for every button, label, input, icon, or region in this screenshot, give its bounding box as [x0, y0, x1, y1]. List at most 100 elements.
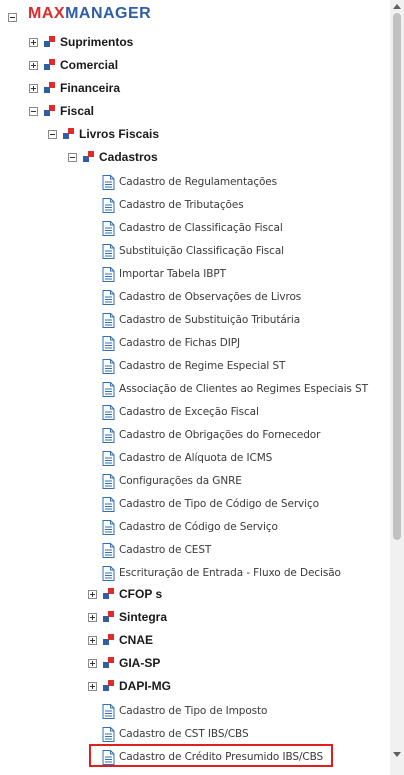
vertical-scrollbar[interactable] [390, 0, 404, 775]
tree-leaf-item[interactable]: Cadastro de Alíquota de ICMS [102, 448, 272, 468]
collapse-toggle[interactable] [48, 129, 57, 139]
highlight-box [89, 744, 333, 767]
tree-node-suprimentos[interactable]: Suprimentos [29, 32, 133, 52]
tree-node-fiscal[interactable]: Fiscal [29, 101, 94, 121]
tree-node-label: Sintegra [119, 610, 168, 624]
scroll-up-arrow-icon[interactable] [393, 4, 401, 9]
tree-leaf-label: Cadastro de Fichas DIPJ [119, 337, 240, 349]
tree-node-label: Financeira [60, 81, 121, 95]
document-icon [102, 381, 115, 397]
tree-node-label: CNAE [119, 633, 154, 647]
tree-leaf-item[interactable]: Cadastro de Classificação Fiscal [102, 218, 283, 238]
tree-leaf-item[interactable]: Cadastro de Código de Serviço [102, 517, 278, 537]
tree-leaf-item[interactable]: Cadastro de Observações de Livros [102, 287, 301, 307]
tree-leaf-item[interactable]: Cadastro de Tipo de Imposto [102, 701, 267, 721]
document-icon [102, 358, 115, 374]
tree-node-label: Comercial [60, 58, 119, 72]
tree-node-comercial[interactable]: Comercial [29, 55, 118, 75]
folder-icon [83, 151, 97, 163]
collapse-toggle[interactable] [68, 152, 77, 162]
folder-icon [44, 36, 58, 48]
document-icon [102, 496, 115, 512]
tree-leaf-label: Cadastro de CST IBS/CBS [119, 728, 249, 740]
tree-leaf-label: Cadastro de Alíquota de ICMS [119, 452, 273, 464]
tree-leaf-label: Cadastro de Código de Serviço [119, 521, 278, 533]
tree-leaf-label: Cadastro de Tributações [119, 199, 244, 211]
tree-leaf-item[interactable]: Cadastro de Exceção Fiscal [102, 402, 259, 422]
expand-toggle[interactable] [29, 83, 38, 93]
tree-node-gia-sp[interactable]: GIA-SP [88, 653, 160, 673]
tree-node-label: Livros Fiscais [79, 127, 160, 141]
logo-manager: MANAGER [65, 5, 152, 22]
tree-leaf-item[interactable]: Cadastro de Substituição Tributária [102, 310, 300, 330]
tree-leaf-item[interactable]: Cadastro de Fichas DIPJ [102, 333, 240, 353]
folder-icon [44, 82, 58, 94]
tree-leaf-item[interactable]: Cadastro de Regulamentações [102, 172, 277, 192]
tree-node-label: GIA-SP [119, 656, 161, 670]
folder-icon [103, 611, 117, 623]
tree-leaf-item[interactable]: Cadastro de CEST [102, 540, 211, 560]
tree-node-dapi-mg[interactable]: DAPI-MG [88, 676, 171, 696]
tree-leaf-label: Importar Tabela IBPT [119, 268, 226, 280]
tree-leaf-label: Cadastro de Obrigações do Fornecedor [119, 429, 321, 441]
expand-toggle[interactable] [88, 635, 97, 645]
root-collapse-toggle[interactable] [8, 12, 17, 22]
document-icon [102, 197, 115, 213]
tree-node-label: DAPI-MG [119, 679, 171, 693]
tree-node-sintegra[interactable]: Sintegra [88, 607, 167, 627]
document-icon [102, 427, 115, 443]
tree-leaf-item[interactable]: Configurações da GNRE [102, 471, 242, 491]
expand-toggle[interactable] [29, 37, 38, 47]
tree-leaf-item[interactable]: Cadastro de Obrigações do Fornecedor [102, 425, 320, 445]
tree-node-cfops[interactable]: CFOP s [88, 584, 162, 604]
expand-toggle[interactable] [88, 681, 97, 691]
tree-leaf-item[interactable]: Substituição Classificação Fiscal [102, 241, 284, 261]
tree-node-cnae[interactable]: CNAE [88, 630, 153, 650]
expand-toggle[interactable] [88, 658, 97, 668]
tree-leaf-label: Cadastro de CEST [119, 544, 212, 556]
tree-node-livros-fiscais[interactable]: Livros Fiscais [48, 124, 159, 144]
tree-leaf-item[interactable]: Cadastro de CST IBS/CBS [102, 724, 249, 744]
tree-node-financeira[interactable]: Financeira [29, 78, 120, 98]
tree-node-label: CFOP s [119, 587, 163, 601]
tree-leaf-label: Associação de Clientes ao Regimes Especi… [119, 383, 368, 395]
tree-leaf-item[interactable]: Cadastro de Tipo de Código de Serviço [102, 494, 319, 514]
folder-icon [103, 657, 117, 669]
tree-node-label: Suprimentos [60, 35, 134, 49]
logo-max: MAX [28, 5, 66, 22]
tree-leaf-item[interactable]: Associação de Clientes ao Regimes Especi… [102, 379, 368, 399]
tree-leaf-item[interactable]: Escrituração de Entrada - Fluxo de Decis… [102, 563, 341, 583]
scrollbar-thumb[interactable] [393, 13, 401, 540]
folder-icon [103, 588, 117, 600]
expand-toggle[interactable] [88, 612, 97, 622]
document-icon [102, 519, 115, 535]
tree-leaf-label: Cadastro de Tipo de Código de Serviço [119, 498, 319, 510]
expand-toggle[interactable] [29, 60, 38, 70]
document-icon [102, 450, 115, 466]
maxmanager-logo: MAX MANAGER [28, 5, 151, 23]
document-icon [102, 289, 115, 305]
tree-node-cadastros[interactable]: Cadastros [68, 147, 158, 167]
document-icon [102, 243, 115, 259]
folder-icon [103, 634, 117, 646]
tree-leaf-item[interactable]: Cadastro de Tributações [102, 195, 244, 215]
document-icon [102, 473, 115, 489]
document-icon [102, 174, 115, 190]
tree-leaf-label: Cadastro de Substituição Tributária [119, 314, 301, 326]
tree-leaf-label: Cadastro de Observações de Livros [119, 291, 302, 303]
expand-toggle[interactable] [88, 589, 97, 599]
collapse-toggle[interactable] [29, 106, 38, 116]
document-icon [102, 542, 115, 558]
tree-node-label: Cadastros [99, 150, 158, 164]
tree-leaf-label: Cadastro de Regulamentações [119, 176, 278, 188]
tree-leaf-item[interactable]: Importar Tabela IBPT [102, 264, 226, 284]
scroll-down-arrow-icon[interactable] [393, 752, 401, 757]
folder-icon [44, 105, 58, 117]
tree-leaf-label: Configurações da GNRE [119, 475, 242, 487]
document-icon [102, 335, 115, 351]
tree-leaf-item[interactable]: Cadastro de Regime Especial ST [102, 356, 285, 376]
tree-leaf-label: Escrituração de Entrada - Fluxo de Decis… [119, 567, 341, 579]
tree-leaf-label: Cadastro de Tipo de Imposto [119, 705, 268, 717]
folder-icon [44, 59, 58, 71]
document-icon [102, 565, 115, 581]
